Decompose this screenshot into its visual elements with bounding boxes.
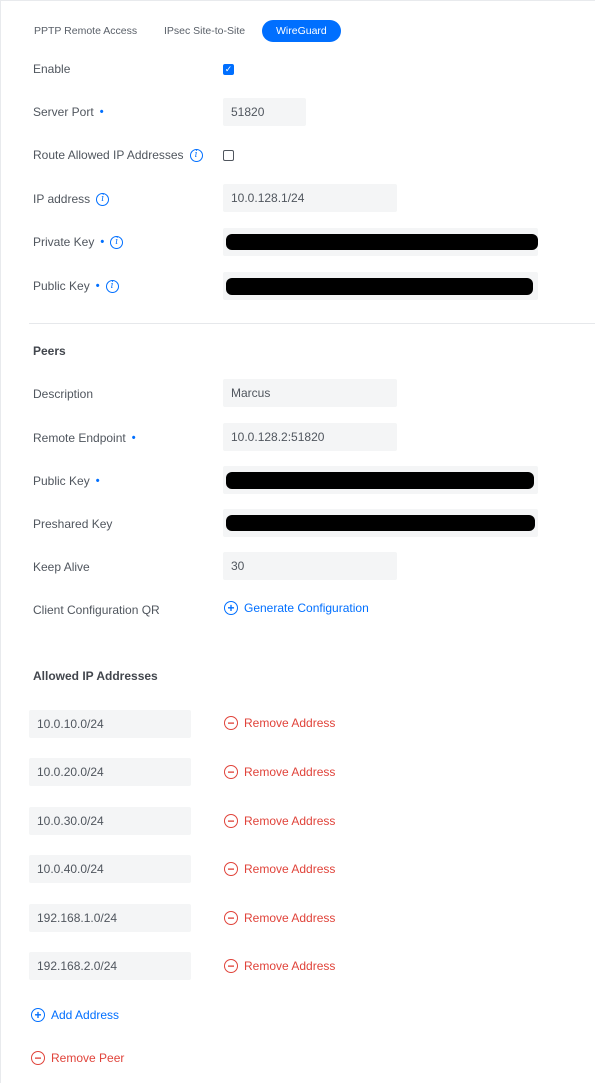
minus-circle-icon: − bbox=[224, 959, 238, 973]
client-qr-label: Client Configuration QR bbox=[33, 603, 160, 617]
server-port-label: Server Port • bbox=[33, 105, 104, 119]
route-allowed-label: Route Allowed IP Addresses i bbox=[33, 148, 203, 162]
tab-ipsec[interactable]: IPsec Site-to-Site bbox=[164, 20, 245, 42]
redaction-bar bbox=[226, 278, 533, 295]
peers-heading: Peers bbox=[33, 344, 66, 358]
info-icon[interactable]: i bbox=[105, 279, 119, 293]
redaction-bar bbox=[226, 472, 534, 489]
ip-address-input[interactable]: 10.0.128.1/24 bbox=[223, 184, 397, 212]
route-allowed-checkbox[interactable] bbox=[223, 150, 234, 161]
preshared-key-label: Preshared Key bbox=[33, 517, 113, 531]
minus-circle-icon: − bbox=[224, 911, 238, 925]
required-marker: • bbox=[95, 280, 100, 292]
remove-address-button[interactable]: − Remove Address bbox=[224, 765, 335, 779]
minus-circle-icon: − bbox=[224, 814, 238, 828]
remove-address-button[interactable]: − Remove Address bbox=[224, 814, 335, 828]
section-divider bbox=[29, 323, 595, 324]
remote-endpoint-input[interactable]: 10.0.128.2:51820 bbox=[223, 423, 397, 451]
required-marker: • bbox=[99, 106, 104, 118]
add-address-button[interactable]: + Add Address bbox=[31, 1008, 119, 1022]
remove-address-button[interactable]: − Remove Address bbox=[224, 911, 335, 925]
description-label: Description bbox=[33, 387, 94, 401]
remove-address-button[interactable]: − Remove Address bbox=[224, 959, 335, 973]
required-marker: • bbox=[131, 432, 136, 444]
server-port-input[interactable]: 51820 bbox=[223, 98, 306, 126]
allowed-ip-input[interactable]: 192.168.2.0/24 bbox=[29, 952, 191, 980]
ip-address-label: IP address i bbox=[33, 192, 110, 206]
minus-circle-icon: − bbox=[224, 862, 238, 876]
allowed-ip-input[interactable]: 10.0.40.0/24 bbox=[29, 855, 191, 883]
enable-label: Enable bbox=[33, 62, 71, 76]
allowed-ip-input[interactable]: 10.0.30.0/24 bbox=[29, 807, 191, 835]
enable-checkbox[interactable]: ✓ bbox=[223, 64, 234, 75]
keep-alive-input[interactable]: 30 bbox=[223, 552, 397, 580]
allowed-ip-heading: Allowed IP Addresses bbox=[33, 669, 158, 683]
minus-circle-icon: − bbox=[224, 765, 238, 779]
generate-configuration-button[interactable]: + Generate Configuration bbox=[224, 601, 369, 615]
info-icon[interactable]: i bbox=[96, 192, 110, 206]
public-key-label: Public Key • i bbox=[33, 279, 119, 293]
remote-endpoint-label: Remote Endpoint • bbox=[33, 431, 136, 445]
tab-wireguard[interactable]: WireGuard bbox=[262, 20, 341, 42]
plus-circle-icon: + bbox=[224, 601, 238, 615]
minus-circle-icon: − bbox=[224, 716, 238, 730]
plus-circle-icon: + bbox=[31, 1008, 45, 1022]
peer-public-key-label: Public Key • bbox=[33, 474, 100, 488]
allowed-ip-input[interactable]: 10.0.10.0/24 bbox=[29, 710, 191, 738]
info-icon[interactable]: i bbox=[110, 235, 124, 249]
keep-alive-label: Keep Alive bbox=[33, 560, 90, 574]
allowed-ip-input[interactable]: 10.0.20.0/24 bbox=[29, 758, 191, 786]
redaction-bar bbox=[226, 515, 535, 531]
remove-address-button[interactable]: − Remove Address bbox=[224, 862, 335, 876]
description-input[interactable]: Marcus bbox=[223, 379, 397, 407]
required-marker: • bbox=[95, 475, 100, 487]
remove-peer-button[interactable]: − Remove Peer bbox=[31, 1051, 124, 1065]
remove-address-button[interactable]: − Remove Address bbox=[224, 716, 335, 730]
info-icon[interactable]: i bbox=[189, 148, 203, 162]
minus-circle-icon: − bbox=[31, 1051, 45, 1065]
required-marker: • bbox=[100, 236, 105, 248]
tab-pptp[interactable]: PPTP Remote Access bbox=[34, 20, 137, 42]
vpn-settings-panel: PPTP Remote Access IPsec Site-to-Site Wi… bbox=[0, 0, 595, 1083]
redaction-bar bbox=[226, 234, 538, 250]
private-key-label: Private Key • i bbox=[33, 235, 124, 249]
allowed-ip-input[interactable]: 192.168.1.0/24 bbox=[29, 904, 191, 932]
